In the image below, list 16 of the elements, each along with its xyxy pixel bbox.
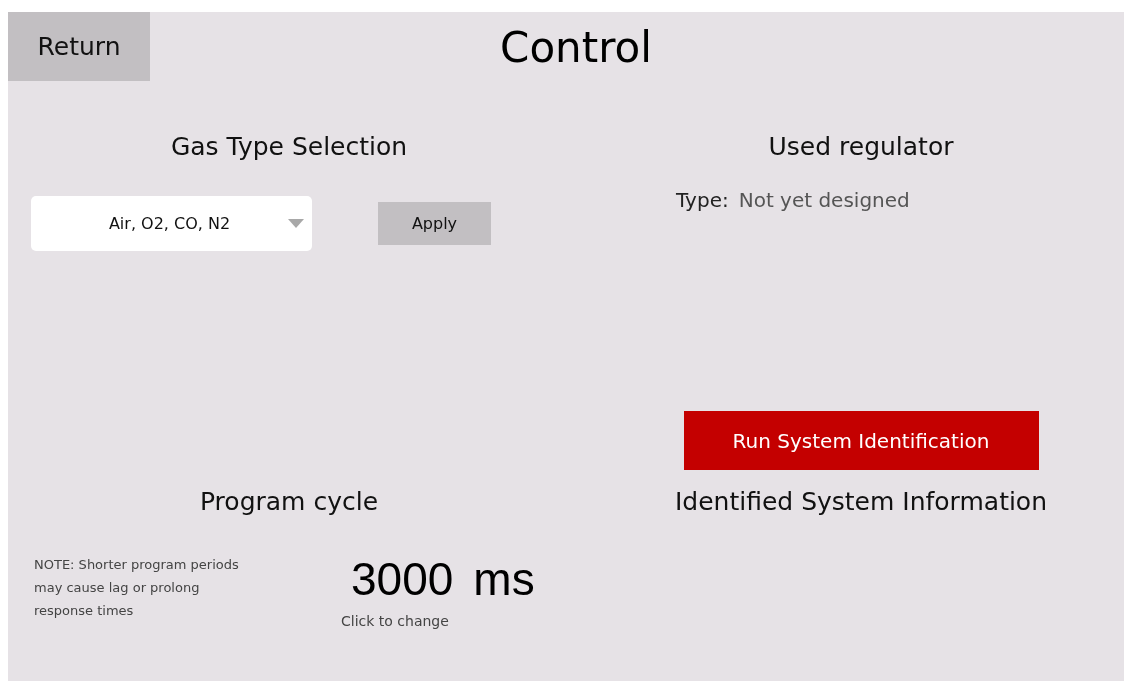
return-button[interactable]: Return [8,12,150,81]
page-title: Control [500,22,652,72]
note-text: NOTE: Shorter program periods may cause lag or prolong response times [34,556,240,620]
section-heading: Program cycle [199,487,378,517]
type-label: Type: [676,188,729,212]
cycle-value[interactable]: 3000 [351,553,454,605]
type-value: Not yet designed [738,188,910,212]
apply-button[interactable]: Apply [378,202,491,245]
section-heading: Identified System Information [674,487,1047,517]
gas-type-dropdown[interactable]: Air, O2, CO, N2 [31,196,312,251]
run-identification-button[interactable]: Run System Identification [683,411,1039,470]
section-heading: Used regulator [768,132,954,162]
section-heading: Gas Type Selection [170,132,408,162]
caret-icon [288,219,304,228]
click-hint: Click to change [341,612,449,631]
cycle-unit: ms [472,553,535,605]
